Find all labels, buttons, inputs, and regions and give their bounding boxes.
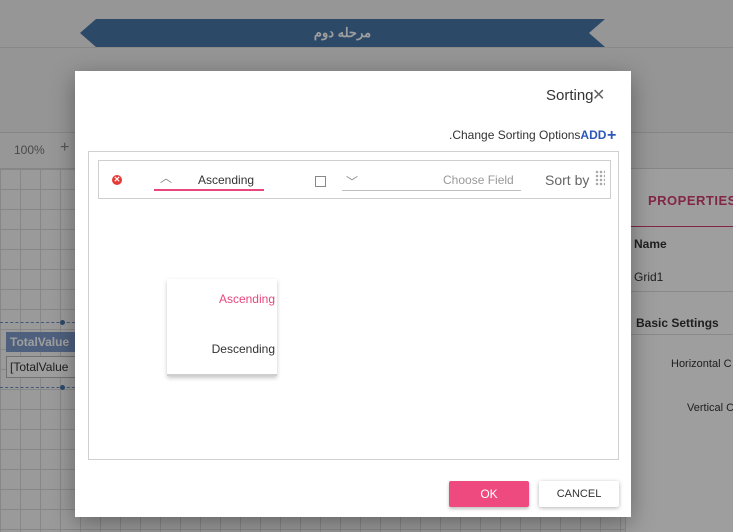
sort-order-dropdown: Ascending Descending <box>167 279 277 376</box>
remove-circle-icon[interactable]: ✕ <box>112 175 122 185</box>
drag-handle-icon[interactable] <box>595 170 605 186</box>
sort-order-select[interactable]: ︿ Ascending <box>154 171 264 191</box>
close-icon[interactable]: ✕ <box>592 85 605 105</box>
add-sort-text: .Change Sorting Options <box>449 128 581 142</box>
field-placeholder: Choose Field <box>443 173 514 187</box>
sort-order-value: Ascending <box>198 173 255 187</box>
sorting-dialog: Sorting ✕ .Change Sorting OptionsADD + ✕… <box>75 71 631 517</box>
sort-row: ✕ ︿ Ascending ﹀ Choose Field Sort by <box>98 160 611 199</box>
dropdown-option-descending[interactable]: Descending <box>167 342 277 356</box>
sort-by-label: Sort by <box>545 172 590 188</box>
sort-list: ✕ ︿ Ascending ﹀ Choose Field Sort by Asc… <box>88 151 619 460</box>
sort-field-select[interactable]: ﹀ Choose Field <box>342 171 521 191</box>
cancel-button[interactable]: CANCEL <box>539 481 619 507</box>
plus-icon[interactable]: + <box>607 127 616 145</box>
ok-button[interactable]: OK <box>449 481 529 507</box>
dropdown-option-ascending[interactable]: Ascending <box>167 292 277 306</box>
add-sort-link[interactable]: .Change Sorting OptionsADD <box>449 128 606 142</box>
dialog-title: Sorting <box>546 87 594 104</box>
add-word[interactable]: ADD <box>580 128 606 142</box>
sort-checkbox[interactable] <box>315 176 326 187</box>
chevron-down-icon: ﹀ <box>346 175 359 189</box>
chevron-up-icon: ︿ <box>160 171 173 185</box>
